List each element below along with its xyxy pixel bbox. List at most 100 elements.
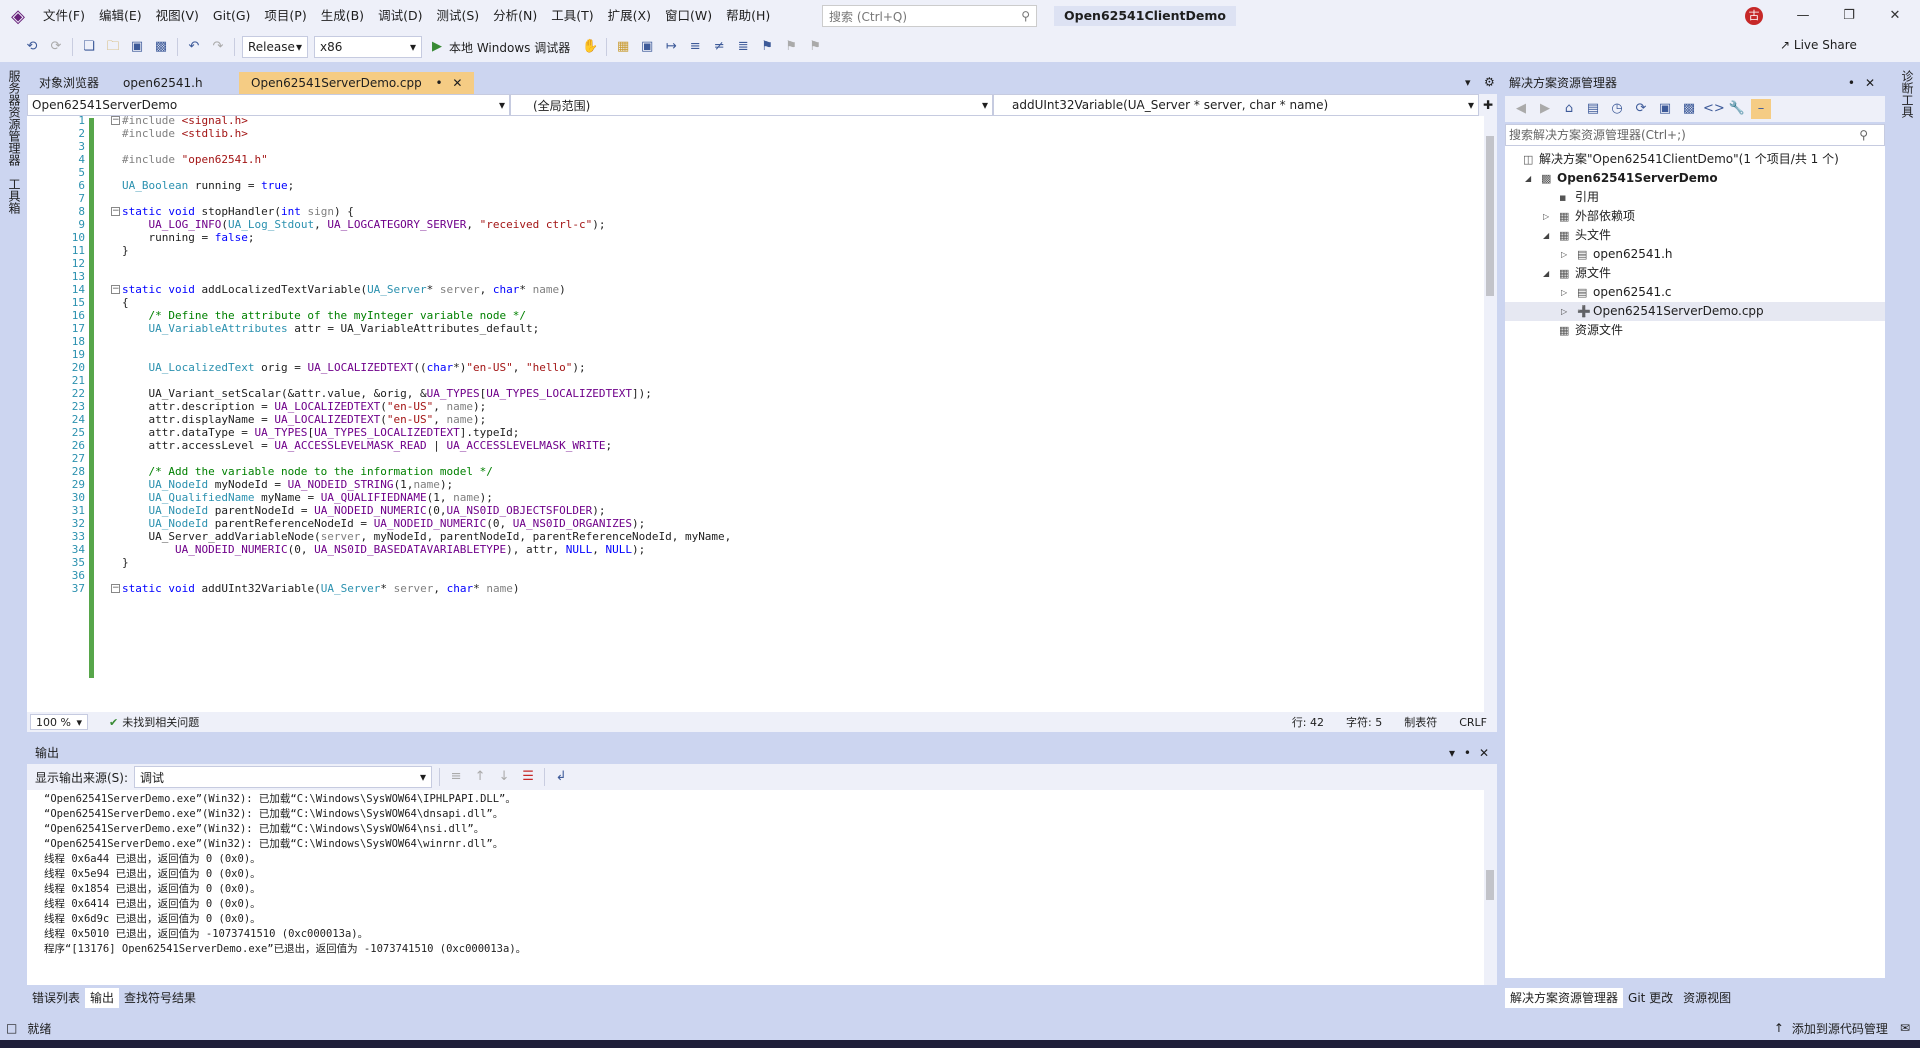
- code-line[interactable]: UA_LocalizedText orig = UA_LOCALIZEDTEXT…: [122, 361, 586, 374]
- expand-arrow-icon[interactable]: ◢: [1543, 264, 1549, 283]
- code-line[interactable]: UA_NodeId myNodeId = UA_NODEID_STRING(1,…: [122, 478, 454, 491]
- back-icon[interactable]: ◀: [1511, 99, 1531, 119]
- tab-object-browser[interactable]: 对象浏览器: [27, 72, 111, 94]
- menu-item[interactable]: 编辑(E): [92, 0, 149, 32]
- member-dropdown[interactable]: addUInt32Variable(UA_Server * server, ch…: [993, 94, 1479, 116]
- format-icon[interactable]: ≡: [685, 37, 705, 57]
- forward-icon[interactable]: ⟳: [46, 37, 66, 57]
- tree-item[interactable]: ◢ ▦ 源文件: [1505, 264, 1885, 283]
- solution-search-input[interactable]: 搜索解决方案资源管理器(Ctrl+;) ⚲: [1505, 124, 1885, 146]
- run-debugger-button[interactable]: 本地 Windows 调试器: [449, 39, 570, 56]
- menu-item[interactable]: 分析(N): [486, 0, 544, 32]
- menu-item[interactable]: 帮助(H): [719, 0, 777, 32]
- tab-overflow-icon[interactable]: ▾: [1465, 76, 1471, 89]
- code-line[interactable]: attr.description = UA_LOCALIZEDTEXT("en-…: [122, 400, 486, 413]
- save-icon[interactable]: ▣: [127, 37, 147, 57]
- attach-icon[interactable]: ✋: [580, 37, 600, 57]
- browse-icon[interactable]: ▦: [613, 37, 633, 57]
- output-tab[interactable]: 输出: [85, 988, 120, 1008]
- step-icon[interactable]: ↦: [661, 37, 681, 57]
- code-line[interactable]: UA_Variant_setScalar(&attr.value, &orig,…: [122, 387, 651, 400]
- code-line[interactable]: UA_NODEID_NUMERIC(0, UA_NS0ID_BASEDATAVA…: [122, 543, 645, 556]
- find-message-icon[interactable]: ≡: [446, 767, 466, 787]
- split-icon[interactable]: ✚: [1479, 94, 1497, 116]
- output-scrollbar[interactable]: [1484, 790, 1497, 985]
- prev-bookmark-icon[interactable]: ⚑: [781, 37, 801, 57]
- menu-item[interactable]: 窗口(W): [658, 0, 719, 32]
- new-project-icon[interactable]: ❏: [79, 37, 99, 57]
- word-wrap-icon[interactable]: ↲: [551, 767, 571, 787]
- code-line[interactable]: #include <stdlib.h>: [122, 127, 248, 140]
- tree-item[interactable]: ◫ 解决方案"Open62541ClientDemo"(1 个项目/共 1 个): [1505, 150, 1885, 169]
- properties-icon[interactable]: 🔧: [1727, 99, 1747, 119]
- tree-item[interactable]: ▷ ▤ open62541.c: [1505, 283, 1885, 302]
- code-line[interactable]: UA_NodeId parentNodeId = UA_NODEID_NUMER…: [122, 504, 606, 517]
- code-line[interactable]: UA_Boolean running = true;: [122, 179, 294, 192]
- pin-icon[interactable]: •: [1464, 742, 1471, 764]
- code-line[interactable]: static void addUInt32Variable(UA_Server*…: [122, 582, 519, 595]
- menu-item[interactable]: 视图(V): [149, 0, 206, 32]
- expand-arrow-icon[interactable]: ▷: [1561, 283, 1567, 302]
- tree-item[interactable]: ▷ ▦ 外部依赖项: [1505, 207, 1885, 226]
- code-line[interactable]: #include "open62541.h": [122, 153, 268, 166]
- code-line[interactable]: attr.accessLevel = UA_ACCESSLEVELMASK_RE…: [122, 439, 612, 452]
- tree-item[interactable]: ▷ ▤ open62541.h: [1505, 245, 1885, 264]
- next-bookmark-icon[interactable]: ⚑: [805, 37, 825, 57]
- code-line[interactable]: /* Define the attribute of the myInteger…: [122, 309, 526, 322]
- collapse-all-icon[interactable]: ▣: [1655, 99, 1675, 119]
- platform-dropdown[interactable]: x86 ▾: [314, 36, 422, 58]
- code-line[interactable]: UA_LOG_INFO(UA_Log_Stdout, UA_LOGCATEGOR…: [122, 218, 606, 231]
- pin-icon[interactable]: •: [1848, 72, 1855, 94]
- screenshot-icon[interactable]: ▣: [637, 37, 657, 57]
- expand-arrow-icon[interactable]: ◢: [1525, 169, 1531, 188]
- open-folder-icon[interactable]: 🗀: [103, 37, 123, 57]
- tree-item[interactable]: ▷ ➕ Open62541ServerDemo.cpp: [1505, 302, 1885, 321]
- code-line[interactable]: running = false;: [122, 231, 254, 244]
- expand-arrow-icon[interactable]: ▷: [1561, 245, 1567, 264]
- undo-icon[interactable]: ↶: [184, 37, 204, 57]
- restore-icon[interactable]: ❐: [1826, 0, 1872, 32]
- editor-scrollbar[interactable]: [1484, 116, 1497, 712]
- menu-item[interactable]: 扩展(X): [601, 0, 658, 32]
- search-input[interactable]: 搜索 (Ctrl+Q) ⚲: [822, 5, 1037, 27]
- back-icon[interactable]: ⟲: [22, 37, 42, 57]
- expand-arrow-icon[interactable]: ▷: [1543, 207, 1549, 226]
- output-tab[interactable]: 查找符号结果: [119, 988, 201, 1008]
- menu-item[interactable]: 调试(D): [371, 0, 429, 32]
- output-source-dropdown[interactable]: 调试 ▾: [134, 766, 433, 788]
- code-line[interactable]: UA_Server_addVariableNode(server, myNode…: [122, 530, 731, 543]
- output-text-area[interactable]: “Open62541ServerDemo.exe”(Win32): 已加载“C:…: [27, 790, 1484, 985]
- user-avatar[interactable]: 古: [1745, 7, 1763, 25]
- server-explorer-tab[interactable]: 服务器资源管理器: [6, 70, 23, 166]
- forward-icon[interactable]: ▶: [1535, 99, 1555, 119]
- minimize-icon[interactable]: —: [1780, 0, 1826, 32]
- tab-server-demo-cpp[interactable]: Open62541ServerDemo.cpp • ✕: [239, 72, 475, 94]
- tree-item[interactable]: ▪ 引用: [1505, 188, 1885, 207]
- menu-item[interactable]: Git(G): [206, 0, 258, 32]
- scope-dropdown[interactable]: (全局范围) ▾: [510, 94, 993, 116]
- tab-open62541-h[interactable]: open62541.h: [111, 72, 239, 94]
- pin-icon[interactable]: •: [436, 76, 443, 90]
- output-tab[interactable]: 错误列表: [27, 988, 85, 1008]
- code-line[interactable]: }: [122, 244, 129, 257]
- close-icon[interactable]: ✕: [1872, 0, 1918, 32]
- toolbox-tab[interactable]: 工具箱: [6, 178, 23, 214]
- code-line[interactable]: {: [122, 296, 129, 309]
- comment-icon[interactable]: ≠: [709, 37, 729, 57]
- code-line[interactable]: UA_NodeId parentReferenceNodeId = UA_NOD…: [122, 517, 646, 530]
- code-line[interactable]: #include <signal.h>: [122, 116, 248, 127]
- sync-icon[interactable]: ⟳: [1631, 99, 1651, 119]
- code-view-icon[interactable]: <>: [1703, 99, 1725, 119]
- solution-tab[interactable]: 资源视图: [1678, 988, 1736, 1008]
- code-line[interactable]: }: [122, 556, 129, 569]
- collapse-icon[interactable]: −: [111, 584, 120, 593]
- source-control-button[interactable]: 添加到源代码管理: [1792, 1020, 1888, 1037]
- live-share-button[interactable]: ↗ Live Share: [1780, 38, 1857, 52]
- close-icon[interactable]: ✕: [1865, 72, 1875, 94]
- uncomment-icon[interactable]: ≣: [733, 37, 753, 57]
- chevron-down-icon[interactable]: ▾: [1449, 742, 1455, 764]
- indent-mode[interactable]: 制表符: [1404, 714, 1437, 730]
- collapse-icon[interactable]: −: [111, 116, 120, 125]
- clear-all-icon[interactable]: ☰: [518, 767, 538, 787]
- zoom-dropdown[interactable]: 100 % ▾: [30, 714, 88, 730]
